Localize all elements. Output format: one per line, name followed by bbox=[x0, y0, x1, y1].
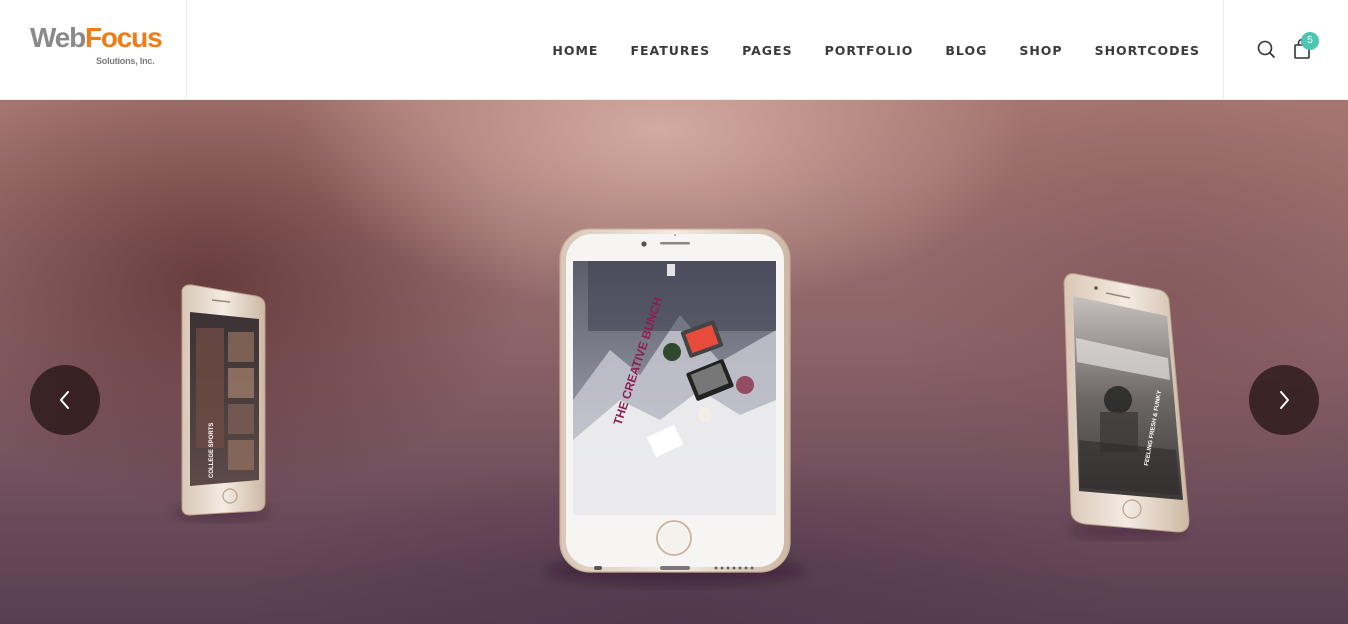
main-nav: HOME FEATURES PAGES PORTFOLIO BLOG SHOP … bbox=[520, 0, 1200, 100]
search-icon bbox=[1257, 40, 1275, 58]
center-phone: THE CREATIVE BUNCH bbox=[559, 228, 791, 573]
nav-shortcodes[interactable]: SHORTCODES bbox=[1095, 43, 1200, 58]
logo-web-text: Web bbox=[30, 22, 86, 53]
hero-slider: COLLEGE SPORTS THE CREATIVE BUNCH FEELIN… bbox=[0, 100, 1348, 624]
logo-focus-text: Focus bbox=[85, 22, 163, 53]
nav-home[interactable]: HOME bbox=[552, 43, 598, 58]
right-phone: FEELING FRESH & FUNKY bbox=[1063, 273, 1190, 533]
nav-pages[interactable]: PAGES bbox=[742, 43, 793, 58]
nav-shop[interactable]: SHOP bbox=[1019, 43, 1062, 58]
phone-mockups: COLLEGE SPORTS THE CREATIVE BUNCH FEELIN… bbox=[172, 228, 1190, 584]
search-button[interactable] bbox=[1255, 38, 1277, 60]
nav-blog[interactable]: BLOG bbox=[945, 43, 987, 58]
site-header: WebFocus Solutions, Inc. HOME FEATURES P… bbox=[0, 0, 1348, 100]
cart-count-badge: 5 bbox=[1301, 32, 1319, 50]
nav-features[interactable]: FEATURES bbox=[630, 43, 710, 58]
logo[interactable]: WebFocus Solutions, Inc. bbox=[0, 0, 187, 100]
chevron-right-icon bbox=[1280, 391, 1289, 409]
nav-portfolio[interactable]: PORTFOLIO bbox=[825, 43, 914, 58]
slider-prev-button[interactable] bbox=[30, 365, 100, 435]
logo-tagline: Solutions, Inc. bbox=[96, 56, 155, 66]
left-phone: COLLEGE SPORTS bbox=[181, 284, 266, 516]
slider-next-button[interactable] bbox=[1249, 365, 1319, 435]
header-divider bbox=[1223, 0, 1224, 100]
chevron-left-icon bbox=[60, 391, 69, 409]
logo-wordmark: WebFocus bbox=[30, 22, 163, 53]
left-phone-screen-text: COLLEGE SPORTS bbox=[209, 423, 215, 478]
